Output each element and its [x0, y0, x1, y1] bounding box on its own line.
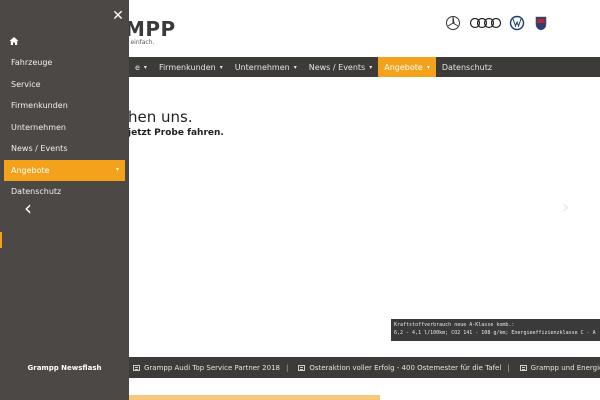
offcanvas-item-firmenkunden[interactable]: Firmenkunden: [4, 95, 125, 117]
hero-subtitle[interactable]: jetzt Probe fahren.: [128, 128, 224, 138]
offcanvas-item-angebote[interactable]: Angebote ▾: [4, 159, 125, 181]
news-icon: [133, 364, 140, 371]
fuel-info-line-2: 6,2 - 4,1 l/100km; CO2 141 - 108 g/km; E…: [394, 330, 596, 336]
content-strip: [129, 395, 380, 400]
newsflash-label: Grampp Newsflash: [27, 363, 102, 372]
ticker-separator: |: [285, 363, 289, 372]
ticker-separator: |: [507, 363, 510, 372]
offcanvas-menu: ✕ Fahrzeuge Service Firmenkunden Unterne…: [0, 0, 129, 400]
home-icon[interactable]: [9, 36, 19, 46]
chevron-down-icon: ▾: [293, 63, 297, 71]
chevron-down-icon: ▾: [369, 63, 373, 71]
nav-item-label: Datenschutz: [441, 62, 493, 72]
ticker-item-text: Osteraktion voller Erfolg - 400 Ostemest…: [309, 363, 502, 372]
brand-shield-icon[interactable]: [535, 16, 547, 31]
nav-item-label: Angebote: [384, 62, 423, 72]
nav-item-label: Firmenkunden: [158, 62, 216, 72]
offcanvas-item-news-events[interactable]: News / Events: [4, 138, 125, 160]
nav-item-unternehmen[interactable]: Unternehmen ▾: [229, 57, 303, 77]
audi-icon[interactable]: [469, 17, 502, 29]
offcanvas-item-label: News / Events: [11, 144, 68, 154]
news-icon: [519, 364, 527, 371]
hero-title: hen uns.: [128, 108, 193, 126]
ticker-item[interactable]: Osteraktion voller Erfolg - 400 Ostemest…: [294, 364, 501, 372]
nav-item-datenschutz[interactable]: Datenschutz: [436, 57, 498, 77]
fuel-info-line-1: Kraftstoffverbrauch neue A-Klasse komb.:: [394, 322, 515, 328]
ticker-item-text: Grampp Audi Top Service Partner 2018: [144, 363, 280, 372]
mercedes-benz-icon[interactable]: [446, 16, 460, 30]
offcanvas-item-unternehmen[interactable]: Unternehmen: [4, 117, 125, 139]
offcanvas-item-label: Firmenkunden: [11, 101, 68, 111]
chevron-down-icon: ▾: [219, 63, 223, 71]
volkswagen-icon[interactable]: [509, 15, 525, 31]
offcanvas-menu-list: Fahrzeuge Service Firmenkunden Unternehm…: [4, 52, 125, 203]
close-icon[interactable]: ✕: [111, 8, 125, 24]
ticker-item[interactable]: Grampp Audi Top Service Partner 2018: [129, 364, 280, 372]
news-icon: [298, 364, 306, 371]
chevron-down-icon: ▾: [115, 165, 119, 173]
nav-item-label: Unternehmen: [234, 62, 290, 72]
offcanvas-item-service[interactable]: Service: [4, 74, 125, 96]
brand-logos: [446, 15, 547, 31]
chevron-down-icon: ▾: [143, 63, 147, 71]
nav-item-fahrzeuge[interactable]: e ▾: [129, 57, 153, 77]
accent-marker: [0, 232, 2, 248]
slider-next-arrow-icon[interactable]: ›: [562, 197, 569, 218]
nav-item-label: e: [135, 62, 140, 72]
offcanvas-item-label: Service: [11, 79, 41, 89]
offcanvas-item-datenschutz[interactable]: Datenschutz: [4, 181, 125, 203]
offcanvas-item-label: Datenschutz: [11, 187, 62, 197]
offcanvas-item-label: Angebote: [11, 165, 50, 175]
fuel-consumption-info: Kraftstoffverbrauch neue A-Klasse komb.:…: [391, 319, 600, 341]
nav-item-angebote[interactable]: Angebote ▾: [378, 57, 436, 77]
chevron-down-icon: ▾: [426, 63, 430, 71]
offcanvas-item-fahrzeuge[interactable]: Fahrzeuge: [4, 52, 125, 74]
ticker-item-text: Grampp und Energie mit neuer E-Ladesäule: [530, 363, 600, 372]
site-logo[interactable]: MPP: [125, 17, 176, 41]
offcanvas-item-label: Unternehmen: [11, 122, 66, 132]
nav-item-firmenkunden[interactable]: Firmenkunden ▾: [153, 57, 229, 77]
offcanvas-item-label: Fahrzeuge: [11, 58, 53, 68]
nav-item-news-events[interactable]: News / Events ▾: [303, 57, 379, 77]
nav-item-label: News / Events: [308, 62, 366, 72]
ticker-item[interactable]: Grampp und Energie mit neuer E-Ladesäule: [516, 364, 600, 372]
slider-prev-arrow-icon[interactable]: ‹: [24, 196, 32, 220]
